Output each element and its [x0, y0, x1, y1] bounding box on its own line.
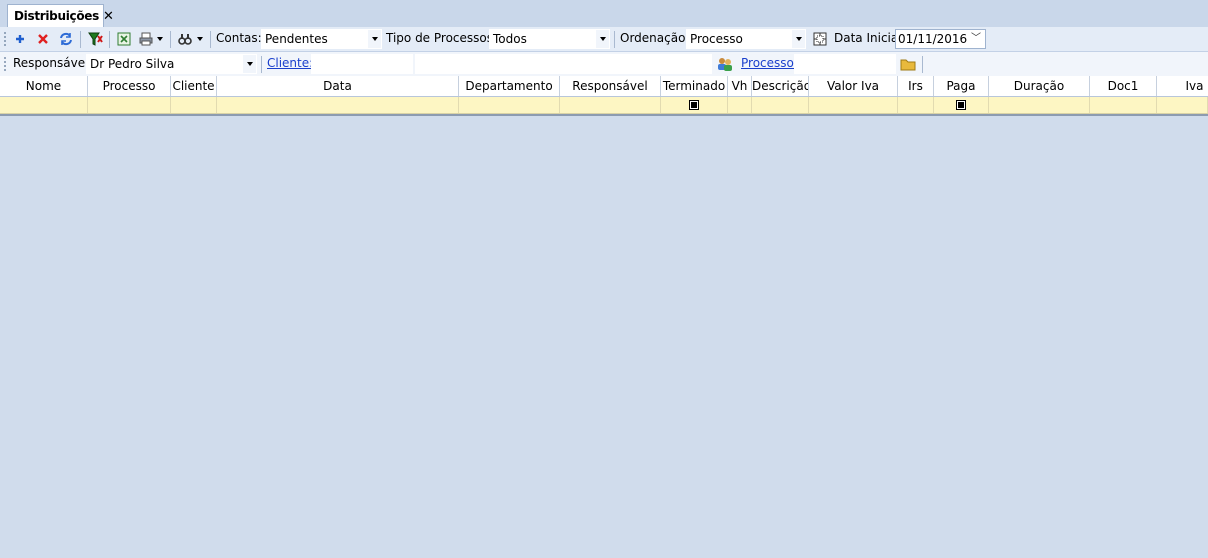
toolbar-separator [80, 31, 81, 48]
ordenacao-label: Ordenação: [620, 31, 690, 45]
main-toolbar: Contas: Pendentes Tipo de Processos: Tod… [0, 27, 1208, 52]
find-icon[interactable] [176, 30, 194, 48]
users-icon[interactable] [716, 55, 734, 73]
column-header-cliente[interactable]: Cliente [171, 76, 217, 96]
processo-link[interactable]: Processo: [741, 56, 798, 70]
ordenacao-value: Processo [690, 32, 743, 46]
column-header-departamento[interactable]: Departamento [459, 76, 560, 96]
grid-divider [0, 114, 1208, 116]
tab-strip: Distribuições ✕ [0, 0, 1208, 28]
responsavel-label: Responsável: [13, 56, 93, 70]
column-header-iva[interactable]: Iva [1157, 76, 1208, 96]
toolbar-grip[interactable] [4, 31, 6, 47]
filter-cell-terminado [661, 97, 728, 113]
filter-cell-doc1[interactable] [1090, 97, 1157, 113]
toolbar-separator [614, 31, 615, 48]
toolbar-separator [922, 56, 923, 73]
column-header-vh[interactable]: Vh [728, 76, 752, 96]
folder-icon[interactable] [899, 55, 917, 73]
filter-cell-duracao[interactable] [989, 97, 1090, 113]
filter-cell-paga [934, 97, 989, 113]
paga-filter-checkbox[interactable] [956, 100, 966, 110]
filter-cell-vh[interactable] [728, 97, 752, 113]
filter-cell-valor-iva[interactable] [809, 97, 898, 113]
data-inicial-label: Data Inicial [834, 31, 902, 45]
column-header-terminado[interactable]: Terminado [661, 76, 728, 96]
filter-icon[interactable] [86, 30, 104, 48]
column-header-irs[interactable]: Irs [898, 76, 934, 96]
tab-title: Distribuições [14, 9, 99, 23]
column-header-responsavel[interactable]: Responsável [560, 76, 661, 96]
chevron-down-icon[interactable] [243, 55, 256, 73]
responsavel-select[interactable]: Dr Pedro Silva [86, 54, 257, 74]
close-icon[interactable]: ✕ [103, 9, 114, 24]
cliente-link[interactable]: Cliente: [267, 56, 313, 70]
filter-cell-processo[interactable] [88, 97, 171, 113]
column-header-descricao[interactable]: Descrição [752, 76, 809, 96]
column-header-processo[interactable]: Processo [88, 76, 171, 96]
find-dropdown-icon[interactable] [195, 30, 205, 48]
filter-cell-responsavel[interactable] [560, 97, 661, 113]
toolbar-grip[interactable] [4, 56, 6, 72]
filter-cell-irs[interactable] [898, 97, 934, 113]
print-icon[interactable] [137, 30, 155, 48]
filter-cell-descricao[interactable] [752, 97, 809, 113]
filter-cell-nome[interactable] [0, 97, 88, 113]
column-header-paga[interactable]: Paga [934, 76, 989, 96]
tipo-processos-select[interactable]: Todos [489, 29, 610, 49]
chevron-down-icon[interactable] [792, 30, 805, 48]
data-inicial-picker[interactable]: 01/11/2016 ﹀ [895, 29, 986, 49]
cliente-name-field [415, 54, 712, 74]
toolbar-separator [170, 31, 171, 48]
column-header-data[interactable]: Data [217, 76, 459, 96]
contas-value: Pendentes [265, 32, 328, 46]
add-icon[interactable] [11, 30, 29, 48]
column-header-valor-iva[interactable]: Valor Iva [809, 76, 898, 96]
processo-input[interactable] [794, 54, 896, 74]
tipo-processos-value: Todos [493, 32, 527, 46]
tipo-processos-label: Tipo de Processos: [386, 31, 498, 45]
delete-icon[interactable] [34, 30, 52, 48]
refresh-icon[interactable] [57, 30, 75, 48]
cliente-input[interactable] [311, 54, 413, 74]
excel-icon[interactable] [115, 30, 133, 48]
print-dropdown-icon[interactable] [155, 30, 165, 48]
toolbar-separator [261, 56, 262, 73]
filter-toolbar: Responsável: Dr Pedro Silva Cliente: Pro… [0, 52, 1208, 77]
toolbar-separator [210, 31, 211, 48]
auto-filter-row [0, 97, 1208, 114]
column-header-duracao[interactable]: Duração [989, 76, 1090, 96]
chevron-down-icon[interactable] [368, 30, 381, 48]
column-header-nome[interactable]: Nome [0, 76, 88, 96]
contas-select[interactable]: Pendentes [261, 29, 382, 49]
responsavel-value: Dr Pedro Silva [90, 57, 175, 71]
filter-cell-cliente[interactable] [171, 97, 217, 113]
terminado-filter-checkbox[interactable] [689, 100, 699, 110]
toolbar-separator [109, 31, 110, 48]
contas-label: Contas: [216, 31, 262, 45]
ordenacao-select[interactable]: Processo [686, 29, 806, 49]
column-header-doc1[interactable]: Doc1 [1090, 76, 1157, 96]
date-range-toggle-icon[interactable] [811, 30, 829, 48]
grid-header: Nome Processo Cliente Data Departamento … [0, 76, 1208, 97]
filter-cell-data[interactable] [217, 97, 459, 113]
filter-cell-departamento[interactable] [459, 97, 560, 113]
chevron-down-icon[interactable]: ﹀ [971, 30, 981, 48]
tab-distribuicoes[interactable]: Distribuições ✕ [7, 4, 114, 27]
chevron-down-icon[interactable] [596, 30, 609, 48]
filter-cell-iva[interactable] [1157, 97, 1208, 113]
data-inicial-value: 01/11/2016 [898, 32, 968, 46]
